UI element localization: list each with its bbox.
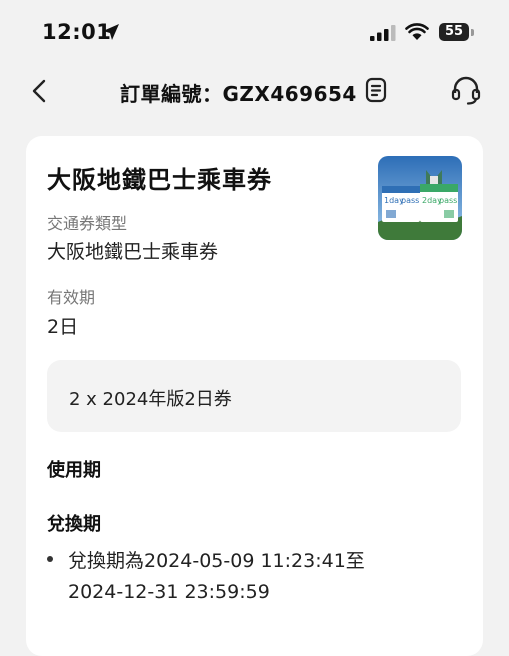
wifi-icon	[405, 23, 429, 40]
order-number-title: 訂單編號：GZX469654	[120, 82, 357, 106]
battery-cap	[471, 29, 474, 36]
status-bar: 12:01 55	[0, 0, 509, 66]
headset-icon	[451, 76, 481, 105]
order-detail-card: 大阪地鐵巴士乘車券 1day pass 2day pass 交通券類型 大阪地鐵…	[26, 136, 483, 656]
validity-label: 有效期	[47, 288, 96, 307]
pass-type-label: 交通券類型	[47, 214, 128, 233]
bullet-point	[47, 556, 53, 562]
product-title: 大阪地鐵巴士乘車券	[47, 166, 272, 194]
pass-card-2-word: pass	[439, 196, 457, 205]
product-thumbnail[interactable]: 1day pass 2day pass	[378, 156, 462, 240]
copy-order-number-button[interactable]	[362, 76, 390, 104]
usage-period-heading: 使用期	[47, 460, 101, 481]
cellular-signal-icon	[370, 25, 396, 41]
exchange-period-line-1: 兌換期為2024-05-09 11:23:41至	[68, 550, 365, 572]
copy-icon	[365, 77, 387, 103]
back-button[interactable]	[26, 76, 54, 106]
navigation-bar: 訂單編號：GZX469654	[0, 66, 509, 114]
pass-card-1-word: pass	[401, 196, 419, 205]
exchange-period-line-2: 2024-12-31 23:59:59	[68, 581, 270, 603]
location-arrow-icon	[103, 24, 119, 40]
selected-option-text: 2 x 2024年版2日券	[69, 389, 232, 410]
pass-type-value: 大阪地鐵巴士乘車券	[47, 241, 219, 263]
exchange-period-heading: 兌換期	[47, 514, 101, 535]
exchange-period-detail: 兌換期為2024-05-09 11:23:41至 2024-12-31 23:5…	[68, 546, 448, 608]
validity-value: 2日	[47, 316, 79, 338]
chevron-left-icon	[32, 79, 46, 103]
status-time: 12:01	[42, 20, 112, 44]
customer-support-button[interactable]	[450, 74, 482, 106]
selected-option-box: 2 x 2024年版2日券	[47, 360, 461, 432]
battery-indicator: 55	[439, 23, 469, 41]
pass-product-image: 1day pass 2day pass	[378, 156, 462, 240]
